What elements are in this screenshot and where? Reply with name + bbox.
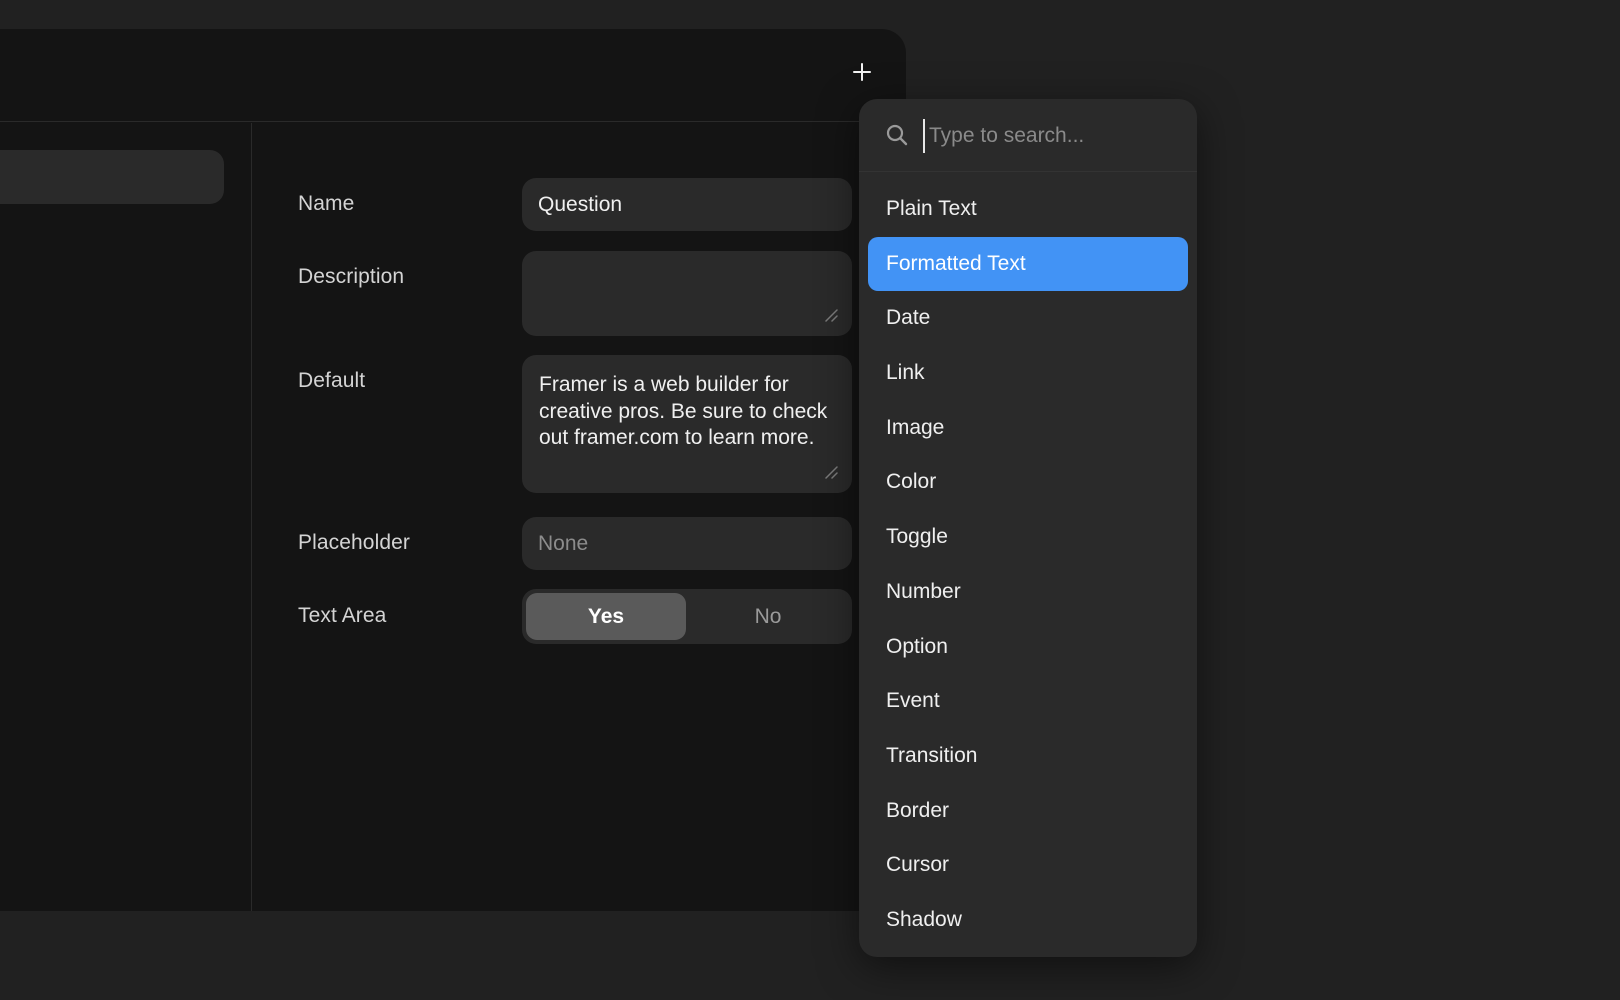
resize-handle-icon[interactable] xyxy=(824,308,838,322)
menu-item-color[interactable]: Color xyxy=(868,455,1188,510)
yes-option[interactable]: Yes xyxy=(526,593,686,640)
default-label: Default xyxy=(298,369,366,392)
default-field[interactable]: Framer is a web builder for creative pro… xyxy=(522,355,852,493)
menu-item-border[interactable]: Border xyxy=(868,784,1188,839)
name-label: Name xyxy=(298,192,355,215)
menu-item-plain-text[interactable]: Plain Text xyxy=(868,182,1188,237)
search-input[interactable] xyxy=(923,119,1173,153)
menu-item-link[interactable]: Link xyxy=(868,346,1188,401)
plus-icon[interactable] xyxy=(847,57,877,87)
resize-handle-icon[interactable] xyxy=(824,465,838,479)
no-option[interactable]: No xyxy=(688,593,848,640)
search-icon xyxy=(886,124,908,146)
sidebar-item-selected[interactable] xyxy=(0,150,224,204)
name-value: Question xyxy=(538,193,623,216)
type-list: Plain Text Formatted Text Date Link Imag… xyxy=(868,182,1188,948)
placeholder-value: None xyxy=(538,532,589,555)
menu-item-image[interactable]: Image xyxy=(868,401,1188,456)
sidebar xyxy=(0,123,252,911)
name-field[interactable]: Question xyxy=(522,178,852,231)
text-area-label: Text Area xyxy=(298,604,387,627)
menu-item-toggle[interactable]: Toggle xyxy=(868,510,1188,565)
properties-panel: Name Question Description Default Framer… xyxy=(0,29,906,911)
menu-item-event[interactable]: Event xyxy=(868,674,1188,729)
menu-item-option[interactable]: Option xyxy=(868,620,1188,675)
menu-item-date[interactable]: Date xyxy=(868,291,1188,346)
panel-header xyxy=(0,29,906,122)
menu-item-number[interactable]: Number xyxy=(868,565,1188,620)
type-dropdown: Plain Text Formatted Text Date Link Imag… xyxy=(859,99,1197,957)
menu-item-transition[interactable]: Transition xyxy=(868,729,1188,784)
menu-item-cursor[interactable]: Cursor xyxy=(868,838,1188,893)
search-row xyxy=(859,99,1197,172)
default-value: Framer is a web builder for creative pro… xyxy=(539,373,828,449)
placeholder-field[interactable]: None xyxy=(522,517,852,570)
text-area-toggle: Yes No xyxy=(522,589,852,644)
menu-item-shadow[interactable]: Shadow xyxy=(868,893,1188,948)
menu-item-formatted-text[interactable]: Formatted Text xyxy=(868,236,1188,292)
description-field[interactable] xyxy=(522,251,852,336)
placeholder-label: Placeholder xyxy=(298,531,411,554)
description-label: Description xyxy=(298,265,405,288)
